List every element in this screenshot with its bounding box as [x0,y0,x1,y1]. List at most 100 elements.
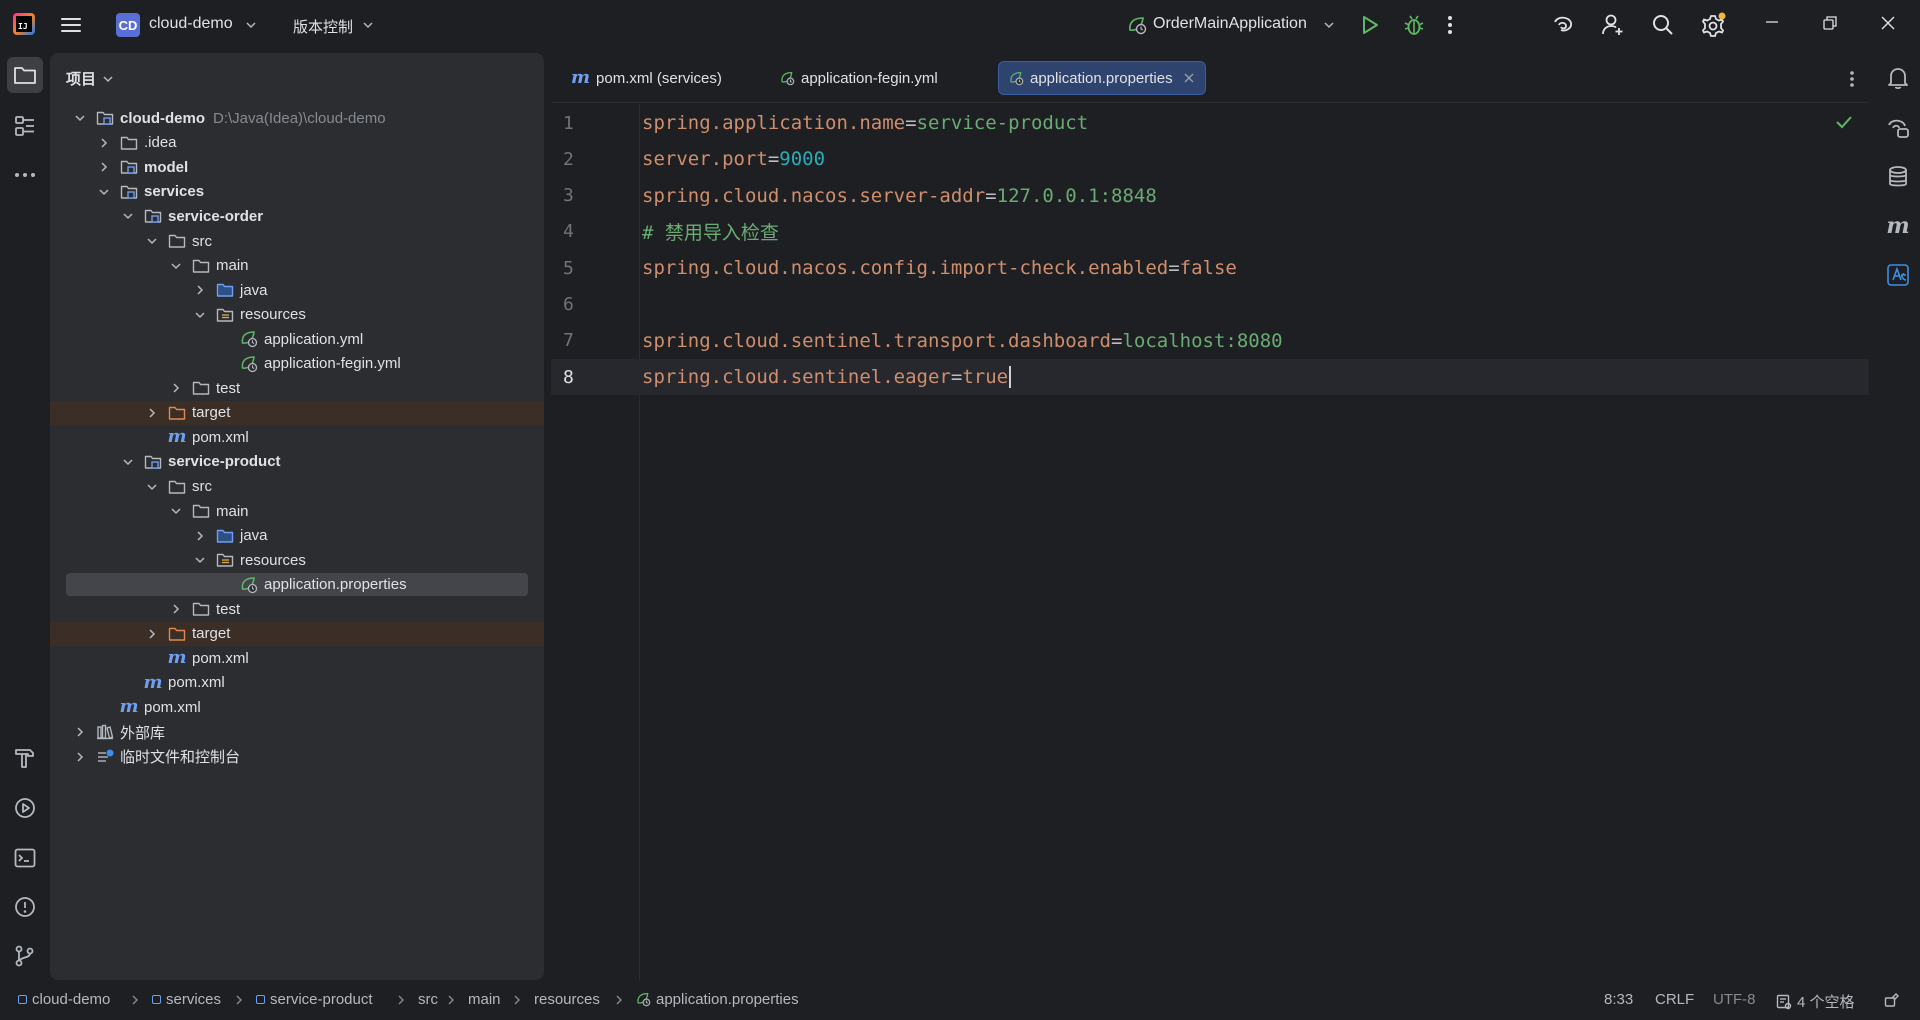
tree-item[interactable]: java [50,278,544,303]
project-badge[interactable]: CD [116,13,140,37]
notifications-bell-icon[interactable] [1884,64,1912,92]
project-switcher[interactable]: cloud-demo [149,15,233,33]
code-line[interactable]: 8 spring.cloud.sentinel.eager=true [551,359,1869,396]
chevron-right-icon[interactable] [72,724,88,740]
more-tools-icon[interactable] [7,157,43,193]
chevron-right-icon[interactable] [144,626,160,642]
tree-item[interactable]: src [50,229,544,254]
tree-item[interactable]: service-order [50,204,544,229]
settings-gear-icon[interactable] [1701,12,1727,38]
close-window-icon[interactable] [1880,15,1896,31]
vcs-menu[interactable]: 版本控制 [293,16,353,37]
chevron-down-icon[interactable] [72,110,88,126]
search-icon[interactable] [1651,13,1675,37]
code-line[interactable]: 2 server.port=9000 [551,141,1869,177]
chevron-down-icon[interactable] [144,479,160,495]
chevron-down-icon[interactable] [192,307,208,323]
intellij-logo-icon[interactable]: IJ [13,13,35,35]
lock-edit-icon[interactable] [1884,992,1900,1008]
chevron-down-icon[interactable] [144,233,160,249]
chevron-down-icon[interactable] [362,19,374,31]
git-branch-icon[interactable] [7,938,43,974]
chevron-down-icon[interactable] [120,208,136,224]
chevron-right-icon[interactable] [168,601,184,617]
more-vertical-icon[interactable] [1849,69,1855,89]
caret-position[interactable]: 8:33 [1604,991,1633,1008]
chevron-down-icon[interactable] [168,258,184,274]
code-line[interactable]: 4 # 禁用导入检查 [551,214,1869,250]
file-encoding[interactable]: UTF-8 [1713,991,1756,1008]
run-icon[interactable] [1360,14,1380,36]
tree-item[interactable]: target [50,400,544,426]
editor-tab[interactable]: m pom.xml (services) [561,61,732,95]
chevron-down-icon[interactable] [192,552,208,568]
database-icon[interactable] [1884,163,1912,191]
tree-item[interactable]: application-fegin.yml [50,352,544,377]
chevron-right-icon[interactable] [168,380,184,396]
add-user-icon[interactable] [1601,13,1625,37]
tree-item[interactable]: service-product [50,450,544,475]
tree-item[interactable]: resources [50,302,544,327]
close-tab-icon[interactable] [1183,72,1195,84]
restore-window-icon[interactable] [1822,15,1838,31]
ai-chat-icon[interactable] [1884,114,1912,142]
chevron-down-icon[interactable] [168,503,184,519]
chevron-right-icon[interactable] [192,528,208,544]
project-tool-icon[interactable] [7,57,43,93]
tree-item[interactable]: .idea [50,131,544,156]
breadcrumb-item[interactable]: main [468,991,501,1008]
editor-tab[interactable]: application-fegin.yml [770,61,948,95]
problems-icon[interactable] [7,889,43,925]
chevron-down-icon[interactable] [102,73,114,85]
main-menu-icon[interactable] [60,14,82,36]
inspection-ok-check-icon[interactable] [1835,115,1853,129]
chevron-down-icon[interactable] [120,454,136,470]
code-line[interactable]: 7 spring.cloud.sentinel.transport.dashboa… [551,323,1869,359]
terminal-icon[interactable] [7,840,43,876]
tree-item[interactable]: target [50,621,544,647]
chevron-down-icon[interactable] [1323,19,1335,31]
tree-item[interactable]: m pom.xml [50,646,544,671]
tree-item[interactable]: model [50,155,544,180]
breadcrumb-item[interactable]: service-product [256,991,373,1008]
chevron-right-icon[interactable] [96,159,112,175]
chevron-right-icon[interactable] [144,405,160,421]
breadcrumb-item[interactable]: services [152,991,221,1008]
debug-icon[interactable] [1403,13,1425,37]
tree-item[interactable]: test [50,376,544,401]
maven-icon[interactable]: m [1884,212,1912,240]
build-hammer-icon[interactable] [7,740,43,776]
chevron-down-icon[interactable] [245,19,257,31]
tree-item[interactable]: src [50,474,544,499]
tree-item[interactable]: java [50,523,544,548]
tree-item[interactable]: m pom.xml [50,695,544,720]
ai-assistant-icon[interactable] [1551,13,1575,37]
code-line[interactable]: 1 spring.application.name=service-product [551,105,1869,141]
tree-item[interactable]: cloud-demo D:\Java(Idea)\cloud-demo [50,106,544,131]
services-run-icon[interactable] [7,790,43,826]
project-view-selector[interactable]: 项目 [66,68,114,89]
tree-item[interactable]: application.yml [50,327,544,352]
chevron-down-icon[interactable] [96,184,112,200]
tree-item[interactable]: 临时文件和控制台 [50,744,544,769]
tree-item[interactable]: m pom.xml [50,425,544,450]
breadcrumb-item[interactable]: cloud-demo [18,991,110,1008]
code-line[interactable]: 5 spring.cloud.nacos.config.import-check.… [551,250,1869,286]
tree-item[interactable]: resources [50,548,544,573]
translate-icon[interactable] [1884,261,1912,289]
tree-item[interactable]: test [50,597,544,622]
indent-settings[interactable]: 4 个空格 [1776,991,1855,1012]
tree-item[interactable]: 外部库 [50,720,544,745]
editor-tab[interactable]: application.properties [998,61,1206,95]
tree-item[interactable]: services [50,180,544,205]
structure-tool-icon[interactable] [7,108,43,144]
chevron-right-icon[interactable] [72,749,88,765]
breadcrumb-item[interactable]: application.properties [636,991,799,1008]
breadcrumb-item[interactable]: src [418,991,438,1008]
minimize-window-icon[interactable] [1764,14,1780,30]
line-separator[interactable]: CRLF [1655,991,1694,1008]
tree-item[interactable]: main [50,499,544,524]
more-vertical-icon[interactable] [1447,14,1453,36]
tree-item[interactable]: application.properties [50,572,544,597]
breadcrumb-item[interactable]: resources [534,991,600,1008]
